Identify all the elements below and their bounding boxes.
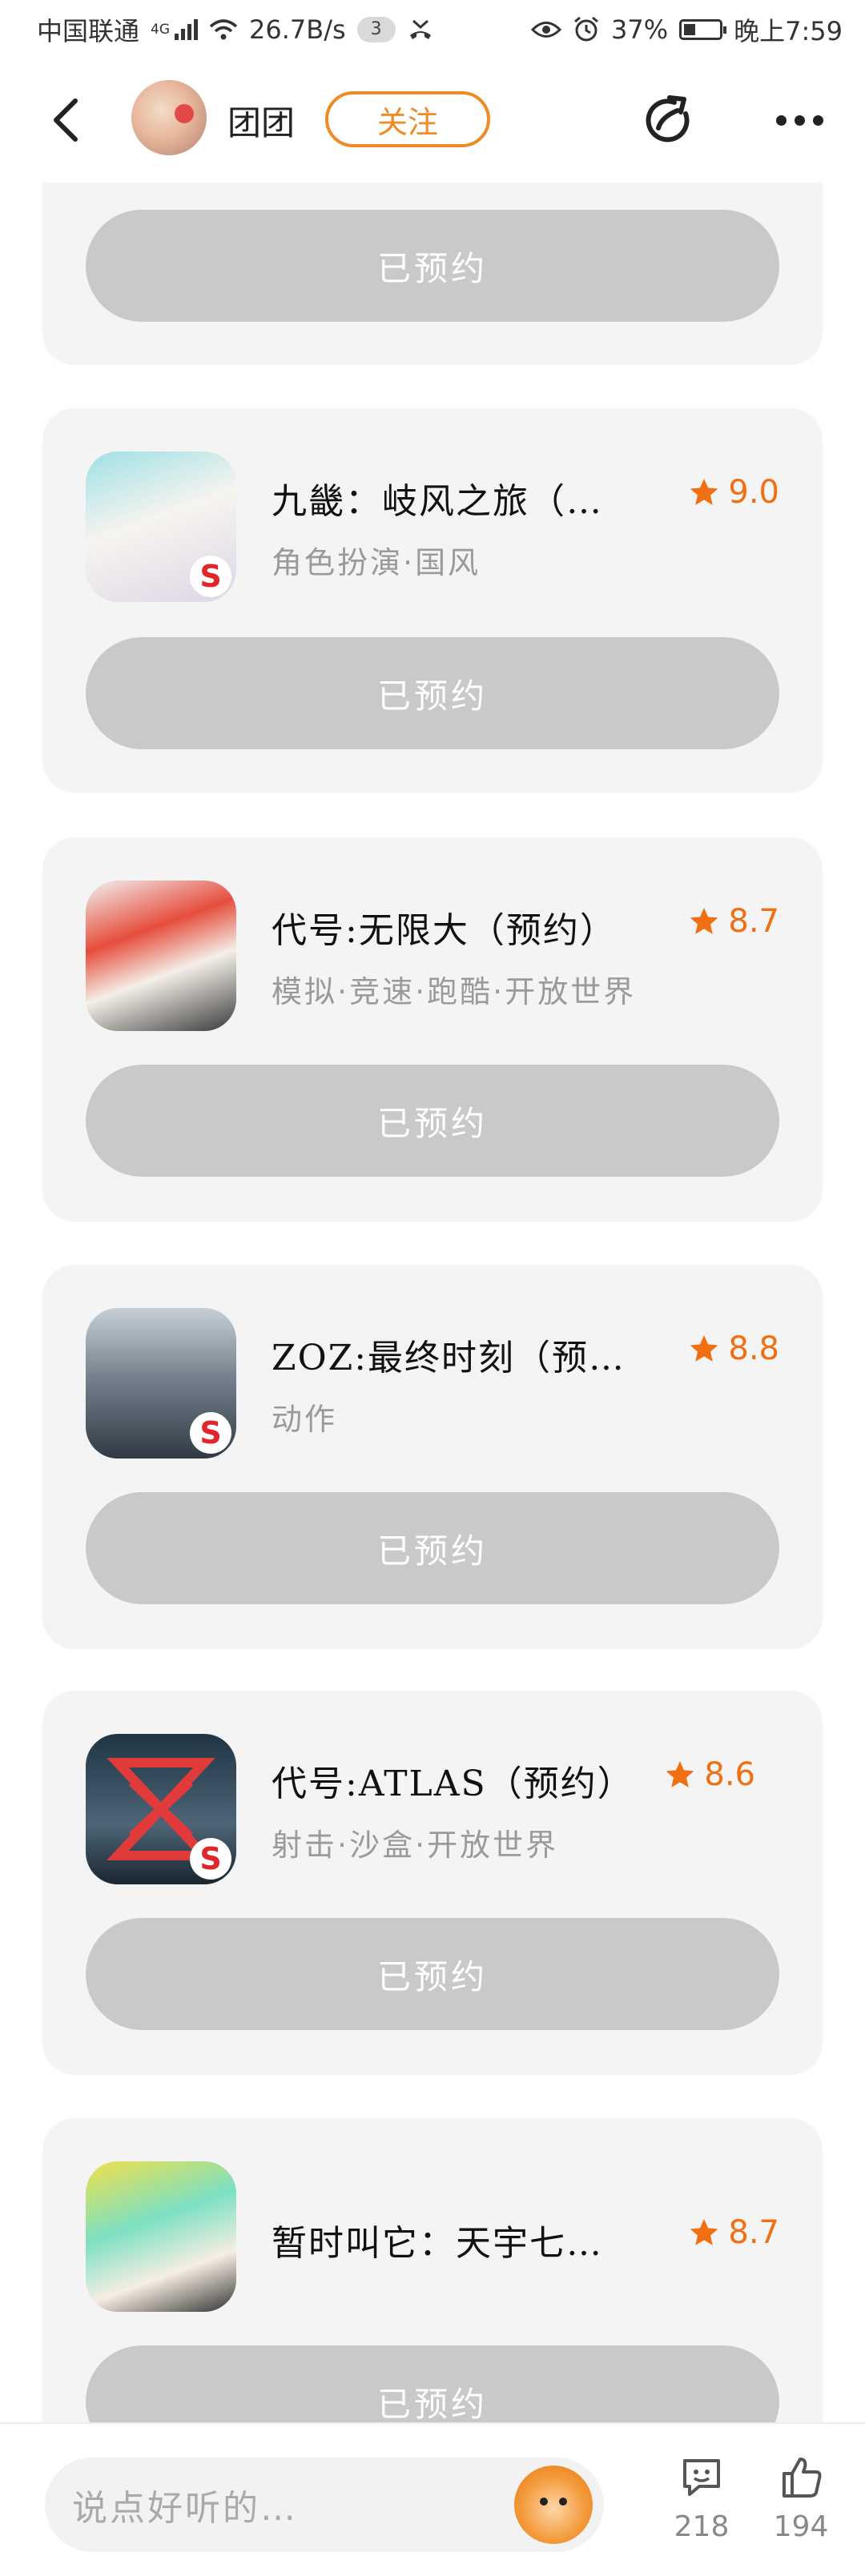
status-right: 37% 晚上7:59	[531, 11, 843, 48]
game-icon[interactable]: S	[86, 1734, 236, 1884]
game-name[interactable]: 代号:ATLAS（预约）	[272, 1755, 648, 1806]
game-card[interactable]: S ZOZ:最终时刻（预… 8.8 动作 已预约	[42, 1265, 823, 1649]
game-icon[interactable]	[86, 2161, 236, 2312]
star-icon	[690, 2219, 718, 2245]
comment-count: 218	[674, 2510, 730, 2543]
missed-call-icon	[409, 19, 431, 39]
alarm-icon	[574, 16, 598, 42]
game-icon[interactable]	[86, 881, 236, 1031]
reserved-button[interactable]: 已预约	[86, 637, 779, 749]
game-card: 已预约	[42, 183, 823, 365]
game-tags: 动作	[272, 1402, 338, 1437]
netease-badge-icon: S	[190, 1838, 231, 1880]
rating-value: 9.0	[728, 474, 779, 511]
game-rating: 8.6	[664, 1756, 755, 1793]
game-card[interactable]: S 九畿：岐风之旅（… 9.0 角色扮演·国风 已预约	[42, 408, 823, 792]
more-options-button[interactable]	[769, 90, 830, 150]
rating-value: 8.7	[728, 2214, 779, 2251]
game-name[interactable]: ZOZ:最终时刻（预…	[272, 1329, 672, 1380]
follow-button[interactable]: 关注	[325, 91, 490, 147]
star-icon	[690, 1335, 718, 1362]
game-tags: 射击·沙盒·开放世界	[272, 1828, 559, 1863]
game-rating: 9.0	[688, 474, 779, 511]
rating-value: 8.6	[704, 1756, 755, 1793]
reserved-button[interactable]: 已预约	[86, 1065, 779, 1177]
game-card[interactable]: 代号:无限大（预约） 8.7 模拟·竞速·跑酷·开放世界 已预约	[42, 837, 823, 1222]
signal-icon	[175, 19, 199, 40]
star-icon	[666, 1761, 694, 1788]
top-nav: 团团 关注	[0, 59, 865, 179]
game-tags: 角色扮演·国风	[272, 545, 481, 580]
reserved-button[interactable]: 已预约	[86, 1918, 779, 2030]
game-icon[interactable]: S	[86, 1308, 236, 1459]
carrier-label: 中国联通	[37, 16, 140, 46]
game-rating: 8.7	[688, 2214, 779, 2251]
share-icon	[646, 95, 690, 142]
dot-icon	[794, 114, 805, 126]
bottom-bar: 说点好听的… 218 194	[0, 2422, 865, 2576]
netease-badge-icon: S	[190, 1412, 231, 1454]
avatar[interactable]	[131, 80, 207, 155]
game-tags: 模拟·竞速·跑酷·开放世界	[272, 974, 637, 1009]
clock: 晚上7:59	[734, 16, 843, 46]
back-button[interactable]	[42, 96, 90, 144]
battery-percent: 37%	[611, 14, 669, 45]
back-arrow-icon	[54, 98, 78, 142]
game-rating: 8.8	[688, 1330, 779, 1367]
game-name[interactable]: 暂时叫它：天宇七…	[272, 2214, 672, 2265]
comment-stat[interactable]: 218	[662, 2454, 742, 2543]
reserved-button[interactable]: 已预约	[86, 210, 779, 322]
eye-comfort-icon	[531, 22, 561, 38]
dot-icon	[775, 114, 787, 126]
like-stat[interactable]: 194	[761, 2454, 841, 2543]
comment-icon	[683, 2459, 720, 2496]
game-icon[interactable]: S	[86, 451, 236, 602]
game-name[interactable]: 九畿：岐风之旅（…	[272, 472, 672, 524]
game-name[interactable]: 代号:无限大（预约）	[272, 901, 672, 953]
status-bar: 中国联通 4G 26.7B/s 3 37% 晚上7:59	[0, 0, 865, 59]
star-icon	[690, 479, 718, 505]
game-card[interactable]: S 代号:ATLAS（预约） 8.6 射击·沙盒·开放世界 已预约	[42, 1691, 823, 2075]
star-icon	[690, 908, 718, 934]
wifi-icon	[209, 19, 238, 40]
network-speed: 26.7B/s	[249, 14, 346, 45]
rating-value: 8.8	[728, 1330, 779, 1367]
status-left: 中国联通 4G 26.7B/s 3	[37, 11, 434, 48]
thumbs-up-icon	[783, 2458, 822, 2498]
rating-value: 8.7	[728, 903, 779, 940]
game-rating: 8.7	[688, 903, 779, 940]
netease-badge-icon: S	[190, 556, 231, 597]
dot-icon	[812, 114, 823, 126]
emoji-sticker-button[interactable]	[514, 2466, 593, 2544]
username[interactable]: 团团	[227, 96, 295, 145]
network-type: 4G	[151, 22, 171, 38]
comment-placeholder: 说点好听的…	[72, 2488, 298, 2529]
reserved-button[interactable]: 已预约	[86, 1492, 779, 1604]
like-count: 194	[773, 2510, 829, 2543]
notification-count-badge: 3	[356, 17, 396, 42]
battery-icon	[679, 19, 727, 40]
share-button[interactable]	[638, 90, 698, 150]
